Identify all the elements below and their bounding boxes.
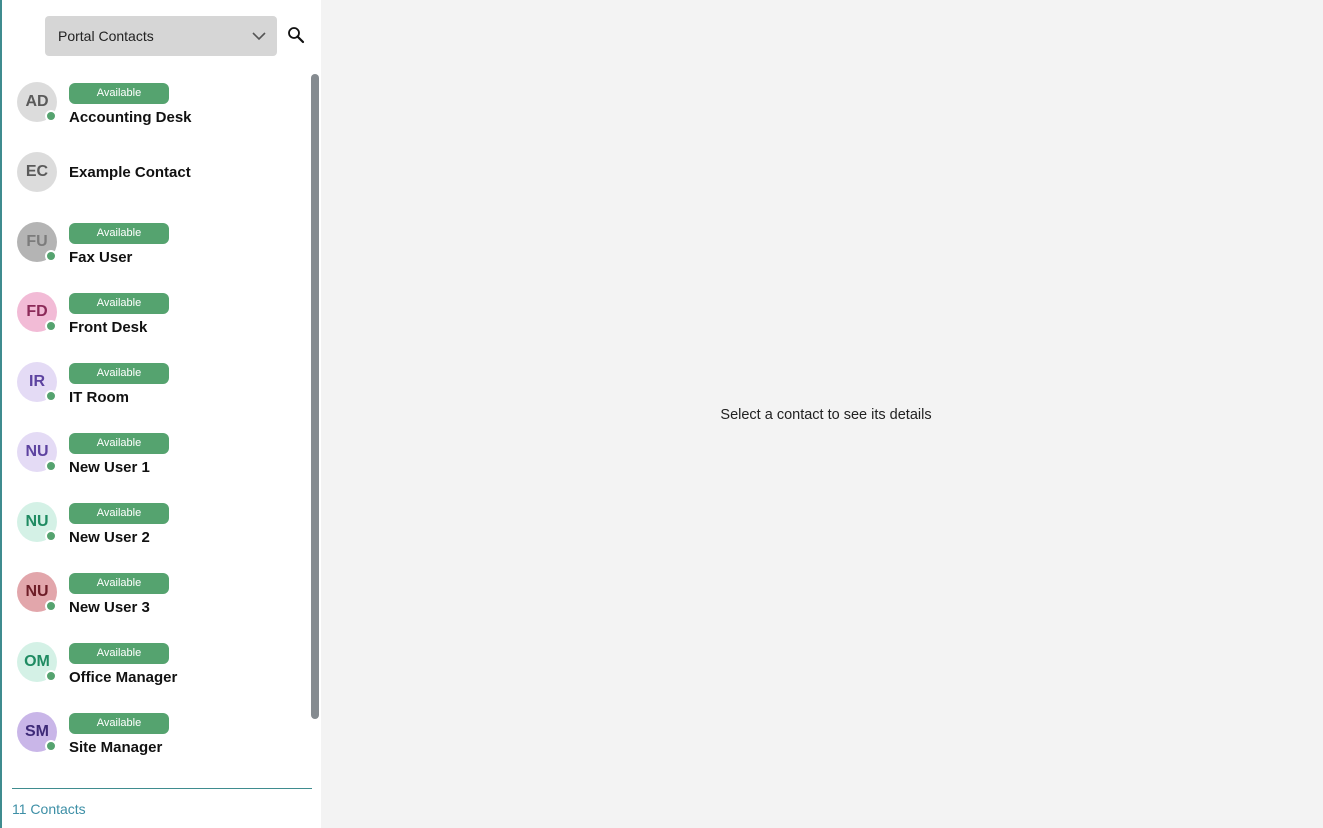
contacts-sidebar: Portal Contacts AD Available Accounting De…	[0, 0, 321, 828]
chevron-down-icon	[252, 32, 266, 41]
footer-divider	[12, 788, 312, 789]
presence-dot-icon	[45, 460, 57, 472]
contact-row[interactable]: NU Available New User 1	[2, 422, 310, 492]
details-panel: Select a contact to see its details	[321, 0, 1323, 828]
presence-dot-icon	[45, 530, 57, 542]
contact-row[interactable]: EC Example Contact	[2, 142, 310, 212]
contact-source-dropdown[interactable]: Portal Contacts	[45, 16, 277, 56]
status-badge: Available	[69, 363, 169, 384]
contact-name: IT Room	[69, 389, 129, 406]
empty-state-message: Select a contact to see its details	[720, 407, 932, 423]
contact-row[interactable]: FU Available Fax User	[2, 212, 310, 282]
contact-list: AD Available Accounting Desk EC Example Cont…	[2, 72, 310, 788]
presence-dot-icon	[45, 250, 57, 262]
presence-dot-icon	[45, 320, 57, 332]
status-badge: Available	[69, 643, 169, 664]
contact-row[interactable]: OM Available Office Manager	[2, 632, 310, 702]
contact-name: New User 3	[69, 599, 150, 616]
contact-name: Example Contact	[69, 164, 191, 181]
contact-row[interactable]: FD Available Front Desk	[2, 282, 310, 352]
status-badge: Available	[69, 83, 169, 104]
status-badge: Available	[69, 433, 169, 454]
contact-name: Fax User	[69, 249, 133, 266]
contact-source-value: Portal Contacts	[58, 28, 154, 44]
contact-row[interactable]: NU Available New User 2	[2, 492, 310, 562]
status-badge: Available	[69, 573, 169, 594]
contact-row[interactable]: IR Available IT Room	[2, 352, 310, 422]
search-icon[interactable]	[287, 26, 305, 44]
presence-dot-icon	[45, 740, 57, 752]
contact-name: Accounting Desk	[69, 109, 192, 126]
status-badge: Available	[69, 293, 169, 314]
contact-row[interactable]: AD Available Accounting Desk	[2, 72, 310, 142]
contact-count: 11 Contacts	[12, 801, 86, 817]
presence-dot-icon	[45, 600, 57, 612]
contact-name: Front Desk	[69, 319, 148, 336]
avatar: EC	[17, 152, 57, 192]
presence-dot-icon	[45, 390, 57, 402]
contact-name: New User 1	[69, 459, 150, 476]
status-badge: Available	[69, 713, 169, 734]
contact-name: New User 2	[69, 529, 150, 546]
presence-dot-icon	[45, 110, 57, 122]
status-badge: Available	[69, 503, 169, 524]
app-window: Portal Contacts AD Available Accounting De…	[0, 0, 1323, 828]
contact-name: Site Manager	[69, 739, 163, 756]
presence-dot-icon	[45, 670, 57, 682]
contact-list-scrollbar[interactable]	[311, 74, 319, 719]
contact-row[interactable]: NU Available New User 3	[2, 562, 310, 632]
contact-row[interactable]: SM Available Site Manager	[2, 702, 310, 772]
contact-name: Office Manager	[69, 669, 178, 686]
status-badge: Available	[69, 223, 169, 244]
